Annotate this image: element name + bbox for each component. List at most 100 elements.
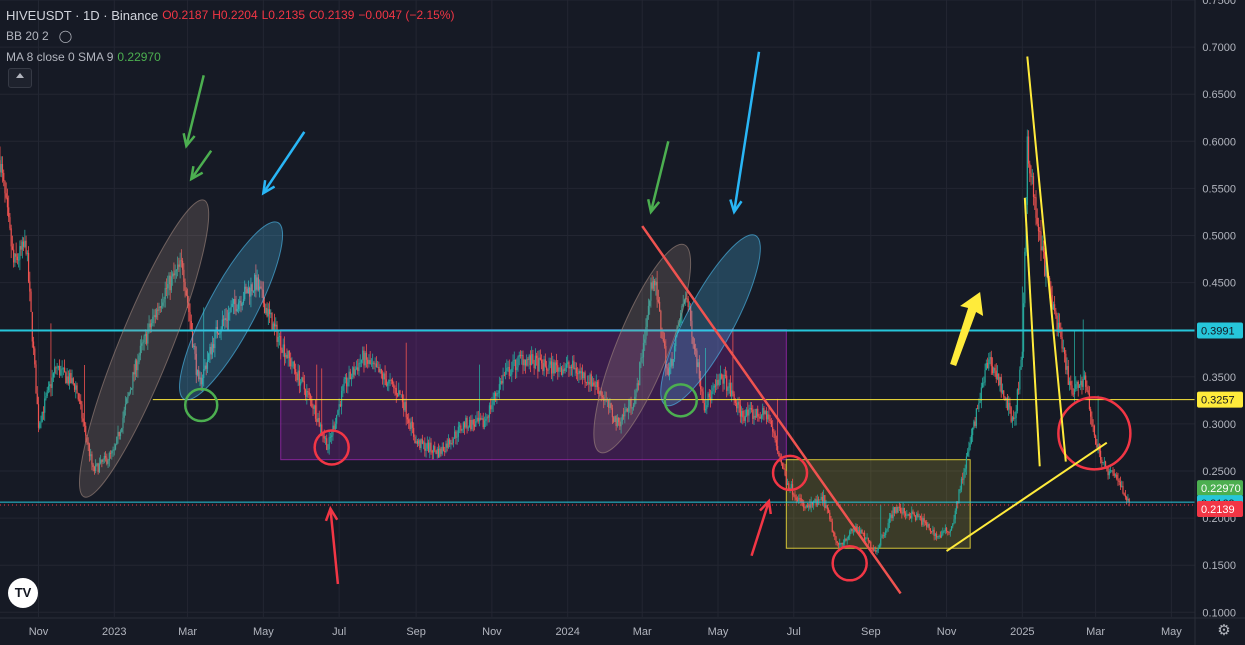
candle-body: [35, 364, 37, 394]
candle-body: [542, 363, 544, 372]
candle-body: [990, 357, 992, 367]
arrow-red: [750, 498, 772, 557]
candle-body: [805, 505, 807, 508]
candle-body: [549, 361, 551, 365]
candle-body: [277, 336, 279, 342]
candle-body: [51, 377, 53, 388]
candle-body: [56, 367, 58, 369]
candle-body: [478, 417, 481, 422]
candle-body: [596, 381, 599, 388]
candle-body: [10, 228, 12, 247]
candle-body: [265, 307, 267, 314]
candle-body: [985, 362, 987, 371]
candle-body: [1082, 378, 1084, 387]
x-tick-label: May: [253, 626, 274, 638]
candle-body: [996, 373, 999, 379]
candle-body: [939, 535, 941, 537]
candle-body: [687, 298, 689, 307]
candle-body: [1044, 252, 1046, 276]
candle-body: [940, 534, 943, 537]
candle-body: [903, 507, 905, 514]
candle-body: [553, 362, 555, 374]
candle-body: [984, 370, 986, 383]
candle-body: [496, 393, 498, 397]
candle-body: [393, 383, 395, 388]
candle-body: [1036, 217, 1038, 224]
candle-body: [780, 459, 782, 464]
candle-body: [583, 372, 585, 378]
candle-body: [912, 511, 914, 514]
candle-body: [345, 377, 348, 387]
candle-body: [426, 442, 428, 449]
candle-body: [444, 450, 446, 452]
candle-body: [822, 495, 825, 502]
candle-body: [917, 513, 919, 517]
candle-body: [506, 367, 508, 372]
candle-body: [1080, 380, 1082, 386]
candle-body: [406, 417, 409, 420]
candle-body: [993, 367, 995, 373]
candle-body: [881, 535, 883, 539]
candle-body: [1111, 470, 1113, 472]
candle-body: [572, 360, 574, 368]
candle-body: [534, 355, 536, 369]
candle-body: [770, 421, 773, 428]
candle-body: [449, 439, 451, 445]
symbol-title[interactable]: HIVEUSDT · 1D · Binance: [6, 5, 158, 26]
tradingview-logo[interactable]: TV: [8, 578, 38, 608]
candle-body: [26, 252, 28, 254]
candle-body: [888, 517, 891, 524]
price-chart[interactable]: Nov 2023 Mar May Jul Sep Nov 2024 Mar May Jul Sep No…: [0, 0, 1245, 645]
candle-body: [722, 378, 724, 384]
candle-body: [1040, 231, 1042, 251]
x-tick-label: May: [708, 626, 729, 638]
candle-body: [774, 433, 776, 440]
candle-body: [65, 372, 67, 384]
candle-body: [276, 324, 278, 342]
candle-body: [502, 374, 504, 384]
candle-body: [23, 241, 25, 247]
candle-body: [943, 530, 945, 532]
candle-body: [978, 403, 980, 409]
ma-indicator-row[interactable]: MA 8 close 0 SMA 9 0.22970: [6, 47, 454, 68]
candle-body: [1041, 246, 1043, 251]
candle-body: [555, 362, 558, 366]
chart-legend: HIVEUSDT · 1D · Binance O0.2187 H0.2204 …: [6, 5, 454, 68]
candle-body: [739, 404, 741, 417]
candle-body: [319, 424, 322, 427]
x-tick-label: Mar: [178, 626, 197, 638]
candle-body: [765, 411, 768, 420]
candle-body: [882, 535, 884, 537]
candle-body: [309, 394, 312, 400]
candle-body: [1091, 416, 1093, 426]
candle-body: [1030, 173, 1032, 177]
gear-icon[interactable]: ⚙: [1216, 623, 1232, 639]
candle-body: [965, 456, 968, 469]
eye-off-icon[interactable]: ◯: [59, 26, 72, 47]
candle-body: [353, 367, 355, 375]
candle-body: [926, 522, 928, 527]
candle-body: [1078, 385, 1081, 388]
candle-body: [813, 500, 815, 506]
candle-body: [471, 419, 473, 430]
candle-body: [516, 367, 518, 370]
candle-body: [439, 448, 441, 457]
candle-body: [527, 359, 529, 361]
arrow-green-shaft: [649, 140, 670, 213]
candle-body: [545, 366, 548, 370]
candle-body: [477, 417, 479, 422]
candle-body: [531, 354, 533, 366]
candle-body: [404, 401, 406, 411]
candle-body: [578, 370, 580, 375]
candle-body: [568, 362, 570, 369]
candle-body: [952, 523, 954, 527]
chevron-up-icon[interactable]: [8, 68, 32, 88]
bb-indicator-row[interactable]: BB 20 2 ◯: [6, 26, 454, 47]
candle-body: [372, 362, 374, 364]
candle-body: [440, 448, 442, 454]
candle-body: [313, 405, 315, 409]
candle-body: [821, 496, 823, 502]
candle-body: [481, 418, 483, 420]
candle-body: [3, 172, 5, 182]
candle-body: [347, 382, 349, 387]
